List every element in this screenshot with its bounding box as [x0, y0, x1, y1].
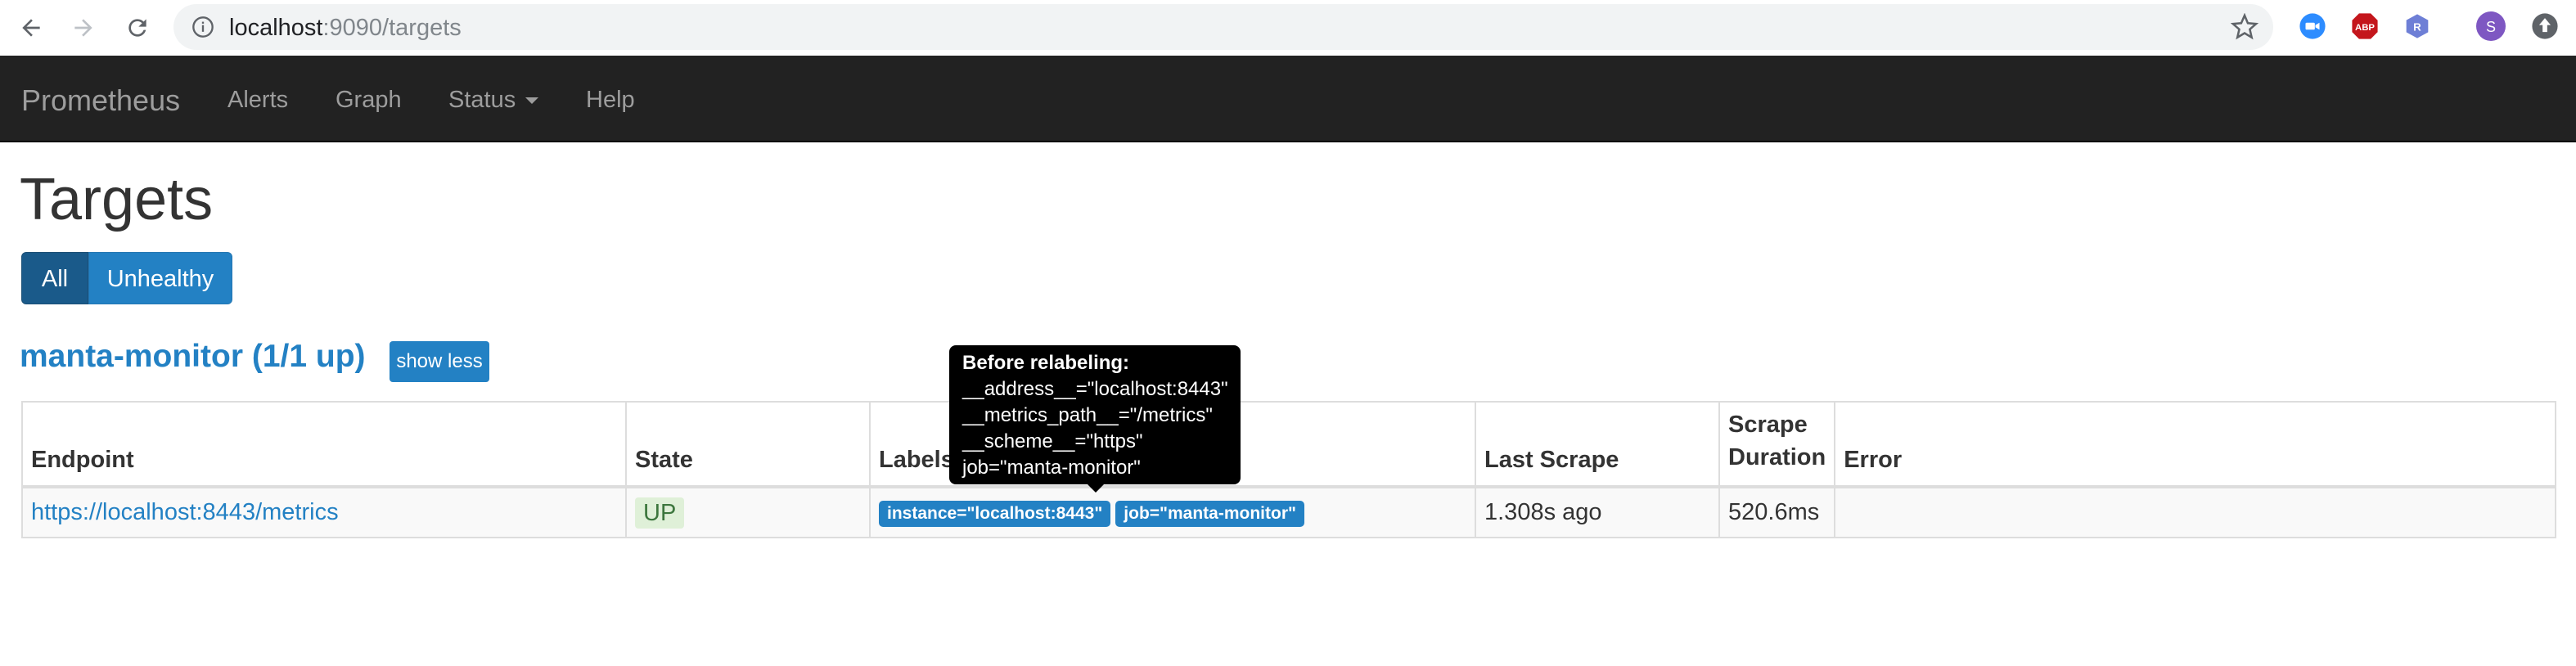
- filter-unhealthy-button[interactable]: Unhealthy: [88, 252, 232, 304]
- endpoint-cell: https://localhost:8443/metrics: [21, 486, 627, 538]
- tooltip-line: __metrics_path__="/metrics": [962, 404, 1213, 426]
- page-title: Targets: [20, 167, 214, 232]
- svg-text:R: R: [2413, 20, 2421, 33]
- tooltip-line: __scheme__="https": [962, 430, 1143, 452]
- reload-icon[interactable]: [118, 8, 157, 47]
- nav-graph[interactable]: Graph: [336, 87, 402, 114]
- filter-all-button[interactable]: All: [21, 252, 88, 304]
- nav-help[interactable]: Help: [586, 87, 635, 114]
- nav-status-dropdown[interactable]: Status: [448, 87, 539, 114]
- brand-link[interactable]: Prometheus: [21, 83, 180, 118]
- relabel-tooltip: Before relabeling: __address__="localhos…: [949, 345, 1241, 484]
- arrow-left-icon[interactable]: [11, 8, 51, 47]
- arrow-right-icon[interactable]: [64, 8, 103, 47]
- nav-status-label: Status: [448, 87, 516, 113]
- labels-cell: instance="localhost:8443" job="manta-moni…: [869, 486, 1476, 538]
- url-host: localhost: [229, 15, 323, 41]
- nav-alerts[interactable]: Alerts: [227, 87, 288, 114]
- status-badge: UP: [635, 497, 685, 529]
- show-less-button[interactable]: show less: [390, 341, 489, 382]
- last-scrape-cell: 1.308s ago: [1475, 486, 1720, 538]
- target-filter-group: All Unhealthy: [21, 252, 232, 306]
- address-bar[interactable]: localhost:9090/targets: [173, 4, 2273, 50]
- state-cell: UP: [625, 486, 871, 538]
- browser-toolbar: localhost:9090/targets ABP R S: [0, 0, 2576, 57]
- table-row: https://localhost:8443/metrics UP instan…: [21, 486, 2556, 538]
- tooltip-arrow: [1088, 484, 1104, 493]
- r-extension-icon[interactable]: R: [2403, 11, 2432, 41]
- duration-cell: 520.6ms: [1718, 486, 1836, 538]
- update-icon[interactable]: [2530, 11, 2560, 41]
- job-title-link[interactable]: manta-monitor (1/1 up): [20, 339, 366, 375]
- tooltip-line: job="manta-monitor": [962, 457, 1141, 479]
- bookmark-star-icon[interactable]: [2230, 12, 2259, 41]
- header-last-scrape: Last Scrape: [1475, 401, 1720, 488]
- header-endpoint: Endpoint: [21, 401, 627, 488]
- header-state: State: [625, 401, 871, 488]
- targets-table: Endpoint State Labels Last Scrape Scrape…: [21, 401, 2556, 538]
- error-cell: [1834, 486, 2556, 538]
- tooltip-title: Before relabeling:: [962, 352, 1130, 374]
- header-scrape-duration: Scrape Duration: [1718, 401, 1836, 488]
- header-error: Error: [1834, 401, 2556, 488]
- url-path: :9090/targets: [322, 15, 462, 41]
- table-header-row: Endpoint State Labels Last Scrape Scrape…: [21, 401, 2556, 488]
- top-navbar: Prometheus Alerts Graph Status Help: [0, 56, 2576, 142]
- endpoint-link[interactable]: https://localhost:8443/metrics: [31, 499, 339, 525]
- info-icon[interactable]: [191, 16, 214, 38]
- header-duration-line2: Duration: [1728, 444, 1826, 470]
- tooltip-line: __address__="localhost:8443": [962, 378, 1228, 400]
- label-badge-instance[interactable]: instance="localhost:8443": [879, 501, 1111, 527]
- header-duration-line1: Scrape: [1728, 412, 1808, 438]
- profile-avatar[interactable]: S: [2476, 11, 2506, 41]
- adblock-extension-icon[interactable]: ABP: [2350, 11, 2380, 41]
- url-text[interactable]: localhost:9090/targets: [229, 16, 462, 40]
- caret-down-icon: [525, 97, 539, 105]
- zoom-extension-icon[interactable]: [2298, 11, 2327, 41]
- label-badge-job[interactable]: job="manta-monitor": [1115, 501, 1304, 527]
- svg-text:S: S: [2486, 19, 2496, 35]
- svg-text:ABP: ABP: [2355, 23, 2375, 33]
